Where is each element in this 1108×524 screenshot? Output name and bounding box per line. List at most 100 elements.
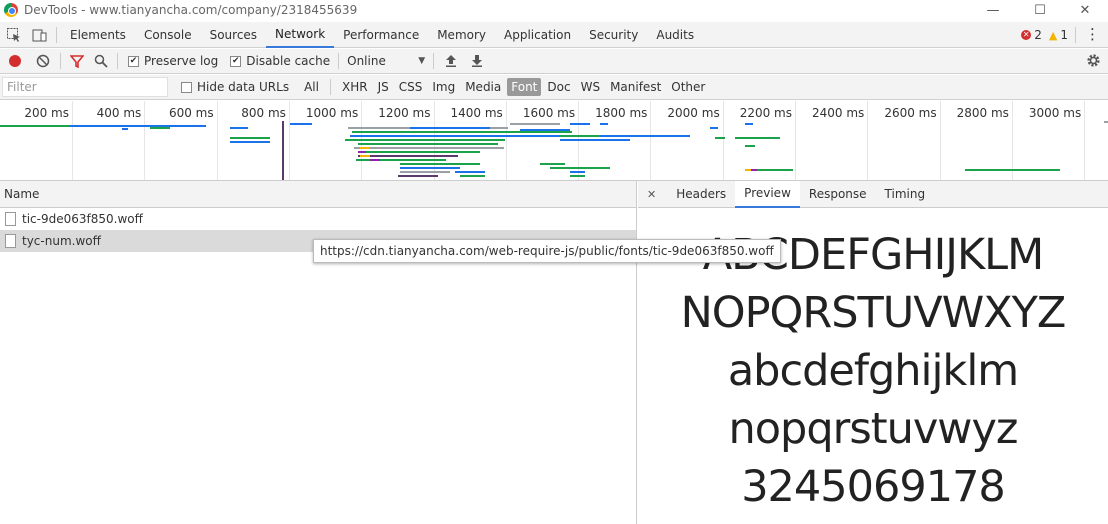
toolbar-divider bbox=[56, 26, 57, 43]
timeline-tick-label: 200 ms bbox=[24, 106, 69, 120]
warning-count: 1 bbox=[1060, 28, 1068, 42]
waterfall-bar bbox=[410, 127, 490, 129]
timeline-tick-label: 400 ms bbox=[96, 106, 142, 120]
window-title: DevTools - www.tianyancha.com/company/23… bbox=[24, 3, 358, 17]
waterfall-bar bbox=[965, 169, 1060, 171]
warning-icon: ▲ bbox=[1048, 28, 1058, 42]
device-toolbar-icon[interactable] bbox=[28, 27, 52, 43]
waterfall-bar bbox=[400, 167, 460, 169]
close-window-button[interactable]: ✕ bbox=[1062, 0, 1108, 20]
timeline-tick-label: 800 ms bbox=[241, 106, 286, 120]
waterfall-bar bbox=[570, 175, 585, 177]
filter-type-img[interactable]: Img bbox=[428, 78, 459, 96]
filter-type-media[interactable]: Media bbox=[461, 78, 505, 96]
tab-sources[interactable]: Sources bbox=[201, 22, 266, 48]
tab-network[interactable]: Network bbox=[266, 22, 335, 48]
filter-type-css[interactable]: CSS bbox=[395, 78, 427, 96]
waterfall-bar bbox=[370, 159, 380, 161]
timeline-gridline bbox=[144, 101, 146, 180]
detail-panel: ✕ Headers Preview Response Timing ABCDEFGHI… bbox=[638, 180, 1108, 524]
hide-data-urls-checkbox[interactable]: Hide data URLs bbox=[181, 80, 289, 94]
tab-elements[interactable]: Elements bbox=[61, 22, 135, 48]
settings-gear-icon[interactable] bbox=[1086, 53, 1101, 71]
timeline-tick-label: 2600 ms bbox=[884, 106, 937, 120]
hide-data-urls-label: Hide data URLs bbox=[197, 80, 290, 94]
checkbox-checked-icon: ✔ bbox=[230, 55, 242, 67]
waterfall-bar bbox=[455, 171, 485, 173]
filter-type-manifest[interactable]: Manifest bbox=[606, 78, 665, 96]
waterfall-bar bbox=[715, 137, 725, 139]
toolbar-divider bbox=[433, 53, 435, 69]
toolbar-divider-right bbox=[1075, 26, 1076, 43]
tab-performance[interactable]: Performance bbox=[334, 22, 428, 48]
timeline-gridline bbox=[72, 101, 73, 180]
network-toolbar: ✔ Preserve log ✔ Disable cache Online ▼ bbox=[0, 49, 1108, 74]
request-name: tic-9de063f850.woff bbox=[22, 212, 143, 226]
filter-type-font[interactable]: Font bbox=[507, 78, 542, 96]
filter-type-xhr[interactable]: XHR bbox=[338, 78, 372, 96]
timeline-tick-label: 1400 ms bbox=[450, 106, 503, 120]
tab-console[interactable]: Console bbox=[135, 22, 201, 48]
waterfall-bar bbox=[560, 139, 630, 141]
import-har-icon[interactable] bbox=[438, 54, 464, 68]
timeline-tick-label: 2000 ms bbox=[667, 106, 720, 120]
font-preview-line: nopqrstuvwyz bbox=[728, 404, 1019, 454]
close-detail-icon[interactable]: ✕ bbox=[638, 181, 667, 208]
record-icon[interactable] bbox=[0, 55, 30, 67]
tab-security[interactable]: Security bbox=[580, 22, 647, 48]
request-name: tyc-num.woff bbox=[22, 234, 101, 248]
filter-input[interactable]: Filter bbox=[2, 77, 168, 97]
throttling-select[interactable]: Online ▼ bbox=[347, 54, 425, 68]
url-tooltip: https://cdn.tianyancha.com/web-require-j… bbox=[313, 239, 781, 263]
disable-cache-label: Disable cache bbox=[246, 54, 331, 68]
error-count: 2 bbox=[1034, 28, 1042, 42]
detail-tab-headers[interactable]: Headers bbox=[667, 181, 735, 208]
detail-tab-preview[interactable]: Preview bbox=[735, 180, 800, 208]
waterfall-bar bbox=[360, 155, 370, 157]
timeline-gridline bbox=[288, 101, 290, 180]
error-icon: ✕ bbox=[1021, 30, 1032, 40]
waterfall-bar bbox=[230, 141, 270, 143]
filter-type-other[interactable]: Other bbox=[667, 78, 709, 96]
chrome-logo-icon bbox=[4, 3, 18, 17]
name-column-header[interactable]: Name bbox=[0, 181, 636, 208]
detail-tab-timing[interactable]: Timing bbox=[876, 181, 935, 208]
waterfall-bar bbox=[122, 128, 128, 130]
request-row[interactable]: tic-9de063f850.woff bbox=[0, 208, 636, 230]
filter-type-all[interactable]: All bbox=[300, 78, 323, 96]
timeline-gridline bbox=[1084, 101, 1086, 180]
waterfall-bar bbox=[230, 137, 270, 139]
devtools-tabbar: Elements Console Sources Network Performance… bbox=[0, 22, 1108, 48]
filter-icon[interactable] bbox=[65, 54, 89, 68]
tab-audits[interactable]: Audits bbox=[647, 22, 703, 48]
waterfall-bar bbox=[460, 175, 485, 177]
maximize-button[interactable]: ☐ bbox=[1017, 0, 1063, 20]
network-overview-timeline[interactable]: 200 ms 400 ms 600 ms 800 ms 1000 ms 1200 ms 14… bbox=[0, 101, 1108, 181]
export-har-icon[interactable] bbox=[464, 54, 490, 68]
search-icon[interactable] bbox=[89, 54, 113, 68]
clear-icon[interactable] bbox=[30, 54, 56, 68]
toolbar-divider bbox=[117, 53, 118, 69]
font-preview-line: 3245069178 bbox=[741, 462, 1006, 512]
detail-tab-response[interactable]: Response bbox=[800, 181, 876, 208]
timeline-gridline bbox=[650, 101, 652, 180]
timeline-tick-label: 2400 ms bbox=[812, 106, 865, 120]
timeline-gridline bbox=[505, 101, 507, 180]
waterfall-bar bbox=[230, 127, 248, 129]
minimize-button[interactable]: — bbox=[970, 0, 1016, 20]
tab-memory[interactable]: Memory bbox=[428, 22, 495, 48]
waterfall-bar bbox=[354, 147, 504, 149]
filter-type-ws[interactable]: WS bbox=[577, 78, 604, 96]
waterfall-bar bbox=[751, 169, 757, 171]
filter-type-doc[interactable]: Doc bbox=[543, 78, 574, 96]
console-status[interactable]: ✕ 2 ▲ 1 bbox=[1021, 22, 1068, 48]
waterfall-bar bbox=[1104, 121, 1108, 123]
waterfall-bar bbox=[358, 155, 458, 157]
inspect-element-icon[interactable] bbox=[0, 27, 28, 43]
filter-type-js[interactable]: JS bbox=[374, 78, 393, 96]
requests-panel: Name tic-9de063f850.woff tyc-num.woff bbox=[0, 181, 637, 524]
more-menu-icon[interactable]: ⋮ bbox=[1085, 25, 1100, 43]
disable-cache-checkbox[interactable]: ✔ Disable cache bbox=[230, 54, 330, 68]
tab-application[interactable]: Application bbox=[495, 22, 580, 48]
preserve-log-checkbox[interactable]: ✔ Preserve log bbox=[128, 54, 218, 68]
